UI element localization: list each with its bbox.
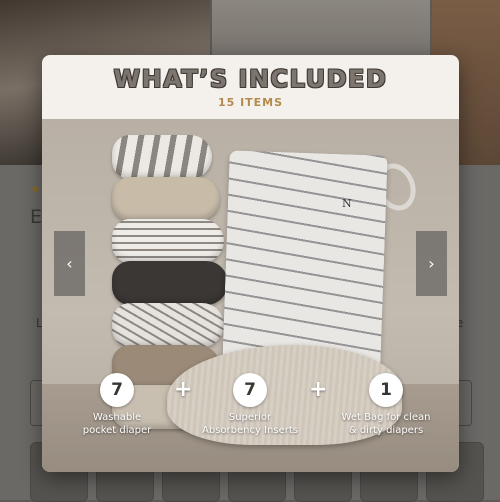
rating-star-icon: ★ — [30, 182, 41, 196]
item-count-badge: 1 — [369, 373, 403, 407]
item-label-line2: pocket diaper — [82, 425, 152, 436]
diaper-white-stripes — [112, 219, 224, 263]
item-label: Washable pocket diaper — [58, 411, 176, 437]
item-label: Superior Absorbency Inserts — [190, 411, 310, 437]
carousel-prev-button[interactable]: ‹ — [54, 231, 85, 296]
wet-bag — [222, 150, 388, 370]
item-label-line1: Superior — [228, 412, 272, 423]
modal-header: WHAT’S INCLUDED 15 ITEMS — [42, 55, 459, 119]
diaper-grey-stripes — [112, 303, 224, 347]
modal-title: WHAT’S INCLUDED — [113, 65, 388, 93]
carousel-next-button[interactable]: › — [416, 231, 447, 296]
brand-mark: N — [342, 197, 352, 210]
modal-subtitle: 15 ITEMS — [217, 96, 284, 109]
item-label-line2: Absorbency Inserts — [202, 425, 298, 436]
item-count-badge: 7 — [233, 373, 267, 407]
plus-separator: + — [309, 377, 328, 402]
included-item-inserts: 7 Superior Absorbency Inserts — [190, 373, 310, 437]
chevron-right-icon: › — [428, 254, 435, 273]
item-label-line1: Washable — [92, 412, 142, 423]
included-item-wet-bag: 1 Wet Bag for clean & dirty diapers — [330, 373, 442, 437]
diaper-white-brush — [112, 135, 212, 179]
item-label: Wet Bag for clean & dirty diapers — [330, 411, 442, 437]
item-label-line1: Wet Bag for clean — [341, 412, 431, 423]
chevron-left-icon: ‹ — [66, 254, 73, 273]
diaper-black — [112, 261, 228, 305]
item-label-line2: & dirty diapers — [348, 425, 424, 436]
included-item-diapers: 7 Washable pocket diaper — [58, 373, 176, 437]
background-title-fragment: E — [30, 206, 43, 228]
item-count-badge: 7 — [100, 373, 134, 407]
diaper-beige — [112, 177, 220, 221]
